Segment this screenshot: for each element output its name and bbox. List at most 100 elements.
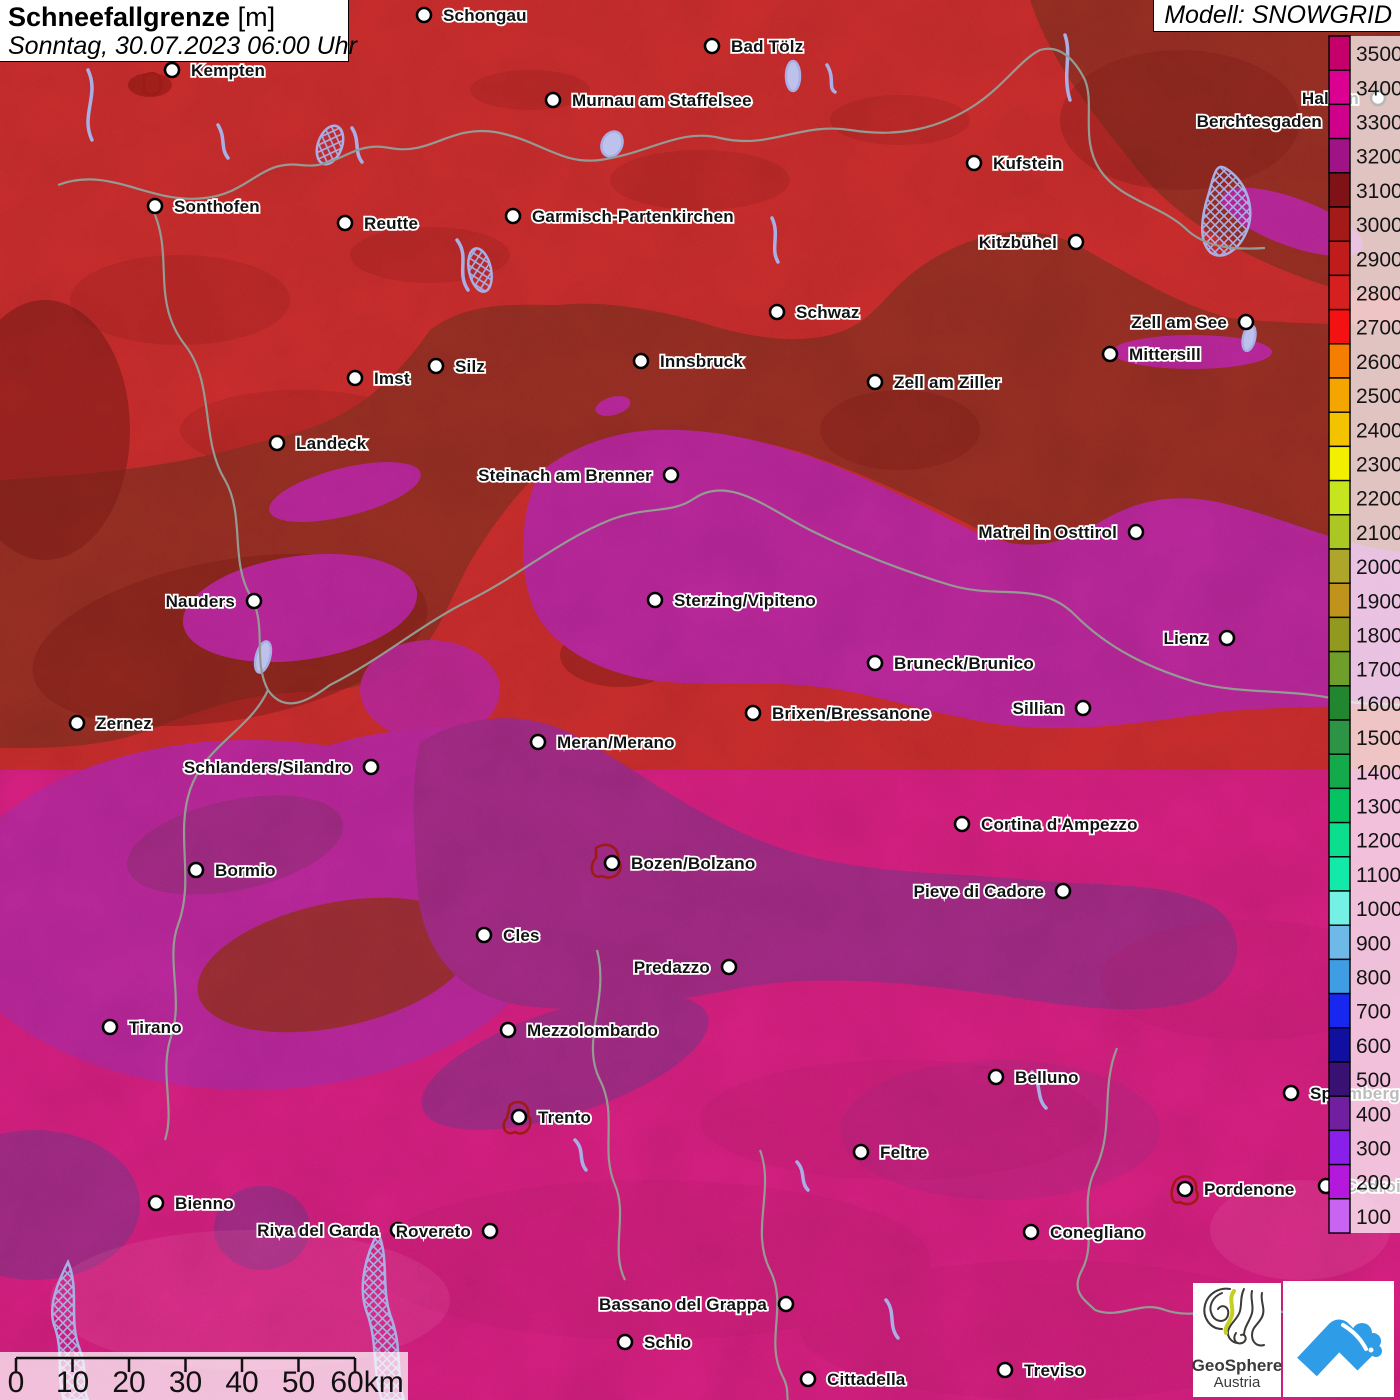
colorbar-segment-1100	[1328, 856, 1351, 892]
city-label-sillian: Sillian	[1013, 699, 1064, 718]
geosphere-logo-box: GeoSphere Austria	[1192, 1283, 1282, 1397]
city-label-kitzb-hel: Kitzbühel	[979, 233, 1057, 252]
city-cles: Cles	[475, 924, 541, 947]
scale-label-40: 40	[225, 1366, 259, 1399]
city-label-zell-am-ziller: Zell am Ziller	[894, 373, 1001, 392]
colorbar-segment-2000	[1328, 548, 1351, 584]
city-label-pieve-di-cadore: Pieve di Cadore	[913, 882, 1044, 901]
colorbar-segment-3300	[1328, 103, 1351, 140]
city-marker-sonthofen	[146, 197, 164, 215]
city-label-schio: Schio	[644, 1333, 691, 1352]
city-murnau-am-staffelsee: Murnau am Staffelsee	[544, 89, 753, 112]
city-marker-spilimbergo	[1282, 1084, 1300, 1102]
colorbar-value-2000: 2000	[1356, 556, 1400, 579]
colorbar-segment-2500	[1328, 377, 1351, 413]
colorbar-value-700: 700	[1356, 1001, 1391, 1024]
city-label-garmisch-partenkirchen: Garmisch-Partenkirchen	[532, 207, 734, 226]
city-label-bad-t-lz: Bad Tölz	[731, 37, 803, 56]
city-marker-bozen-bolzano	[603, 854, 621, 872]
city-label-silz: Silz	[455, 357, 485, 376]
colorbar-value-400: 400	[1356, 1103, 1391, 1126]
colorbar-value-1000: 1000	[1356, 898, 1400, 921]
colorbar-value-500: 500	[1356, 1069, 1391, 1092]
city-marker-pordenone	[1176, 1180, 1194, 1198]
city-sterzing-vipiteno: Sterzing/Vipiteno	[646, 589, 818, 612]
colorbar-segment-1400	[1328, 753, 1351, 790]
city-marker-nauders	[245, 592, 263, 610]
colorbar-segment-1300	[1328, 787, 1351, 824]
map-datetime: Sonntag, 30.07.2023 06:00 Uhr	[8, 32, 357, 60]
city-lienz: Lienz	[1162, 627, 1236, 650]
city-label-zell-am-see: Zell am See	[1131, 313, 1227, 332]
model-label: Modell: SNOWGRID	[1164, 1, 1392, 29]
colorbar-segment-2900	[1328, 240, 1351, 277]
city-label-reutte: Reutte	[364, 214, 418, 233]
scale-label-60km: 60km	[330, 1366, 404, 1399]
city-marker-brixen-bressanone	[744, 704, 762, 722]
colorbar: 3500 3400 3300 3200 3100 3000 2900 2800 2700 2600…	[1328, 35, 1400, 1234]
colorbar-segment-1500	[1328, 719, 1351, 755]
colorbar-value-2600: 2600	[1356, 351, 1400, 374]
title-unit: [m]	[237, 2, 276, 32]
city-marker-belluno	[987, 1068, 1005, 1086]
city-label-brixen-bressanone: Brixen/Bressanone	[772, 704, 930, 723]
city-label-treviso: Treviso	[1024, 1361, 1085, 1380]
colorbar-segment-2700	[1328, 308, 1351, 345]
city-label-bienno: Bienno	[175, 1194, 234, 1213]
city-marker-bassano-del-grappa	[777, 1295, 795, 1313]
colorbar-value-2500: 2500	[1356, 385, 1400, 408]
snowline-map: Schongau Bad Tölz Kempten Murnau am Staffel…	[0, 0, 1400, 1400]
city-label-kufstein: Kufstein	[993, 154, 1063, 173]
city-label-steinach-am-brenner: Steinach am Brenner	[478, 466, 652, 485]
city-marker-zell-am-ziller	[866, 373, 884, 391]
colorbar-segment-2400	[1328, 411, 1351, 448]
colorbar-value-1100: 1100	[1356, 864, 1400, 887]
city-schlanders-silandro: Schlanders/Silandro	[182, 756, 380, 779]
geosphere-contour-icon	[1203, 1287, 1265, 1347]
city-label-rovereto: Rovereto	[396, 1222, 471, 1241]
colorbar-segment-300	[1328, 1129, 1351, 1166]
city-marker-bormio	[187, 861, 205, 879]
scale-label-50: 50	[281, 1366, 316, 1399]
colorbar-value-2200: 2200	[1356, 488, 1400, 511]
city-label-sterzing-vipiteno: Sterzing/Vipiteno	[674, 591, 816, 610]
city-imst: Imst	[346, 367, 411, 390]
colorbar-value-1600: 1600	[1356, 693, 1400, 716]
colorbar-value-1900: 1900	[1356, 590, 1400, 613]
city-marker-innsbruck	[632, 352, 650, 370]
scale-bar: 0 10 20 30 40 50 60km	[0, 1352, 408, 1400]
city-label-cortina-d-ampezzo: Cortina d'Ampezzo	[981, 815, 1138, 834]
city-label-bassano-del-grappa: Bassano del Grappa	[599, 1295, 767, 1314]
colorbar-segment-2300	[1328, 445, 1351, 482]
colorbar-value-800: 800	[1356, 967, 1391, 990]
colorbar-value-1200: 1200	[1356, 830, 1400, 853]
city-marker-cittadella	[799, 1370, 817, 1388]
city-brixen-bressanone: Brixen/Bressanone	[744, 702, 932, 725]
city-marker-kempten	[163, 61, 181, 79]
city-marker-conegliano	[1022, 1223, 1040, 1241]
city-marker-schio	[616, 1333, 634, 1351]
city-marker-schwaz	[768, 303, 786, 321]
colorbar-value-2400: 2400	[1356, 419, 1400, 442]
colorbar-value-2800: 2800	[1356, 283, 1400, 306]
colorbar-value-2100: 2100	[1356, 522, 1400, 545]
weather-map-screenshot: Schongau Bad Tölz Kempten Murnau am Staffel…	[0, 0, 1400, 1400]
colorbar-value-3500: 3500	[1356, 43, 1400, 66]
colorbar-segment-600	[1328, 1027, 1351, 1063]
city-marker-sillian	[1074, 699, 1092, 717]
city-label-cles: Cles	[503, 926, 540, 945]
colorbar-segment-2100	[1328, 514, 1351, 550]
city-bassano-del-grappa: Bassano del Grappa	[597, 1293, 795, 1316]
colorbar-segment-1900	[1328, 582, 1351, 619]
colorbar-value-200: 200	[1356, 1172, 1391, 1195]
colorbar-value-1700: 1700	[1356, 659, 1400, 682]
city-label-feltre: Feltre	[880, 1143, 928, 1162]
city-marker-zell-am-see	[1237, 313, 1255, 331]
city-label-kempten: Kempten	[191, 61, 265, 80]
model-box: Modell: SNOWGRID	[1153, 0, 1400, 32]
colorbar-segment-700	[1328, 992, 1351, 1029]
city-marker-landeck	[268, 434, 286, 452]
city-marker-feltre	[852, 1143, 870, 1161]
scale-label-10: 10	[55, 1366, 90, 1399]
colorbar-segment-900	[1328, 924, 1351, 961]
